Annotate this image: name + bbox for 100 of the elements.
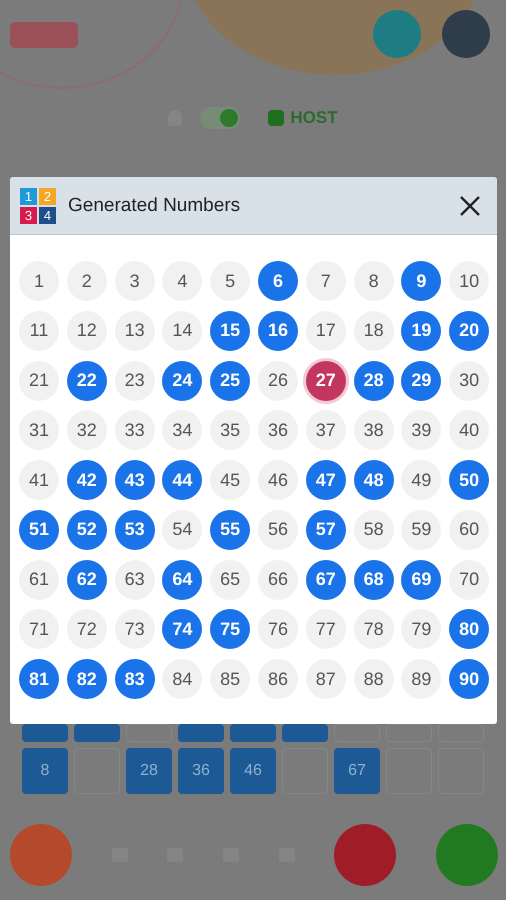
number-ball: 27 xyxy=(306,360,346,400)
number-ball: 57 xyxy=(306,510,346,550)
number-ball: 41 xyxy=(19,460,59,500)
number-ball: 74 xyxy=(162,609,202,650)
number-ball: 20 xyxy=(449,310,490,351)
dialog-title: Generated Numbers xyxy=(68,194,242,216)
number-ball: 23 xyxy=(114,360,155,400)
number-ball: 14 xyxy=(162,310,202,351)
number-ball: 70 xyxy=(449,560,490,600)
number-ball: 54 xyxy=(162,510,202,550)
role-label[interactable]: HOST xyxy=(268,107,338,129)
number-ball: 82 xyxy=(66,659,107,699)
number-ball: 76 xyxy=(258,609,298,650)
number-ball: 26 xyxy=(258,360,298,400)
number-ball: 9 xyxy=(401,261,442,301)
number-ball: 84 xyxy=(162,659,202,699)
number-ball: 40 xyxy=(449,410,490,450)
number-ball: 78 xyxy=(354,609,394,650)
number-ball: 22 xyxy=(66,360,107,400)
number-ball: 3 xyxy=(114,261,155,301)
number-ball: 48 xyxy=(354,460,394,500)
number-ball: 19 xyxy=(401,310,442,351)
number-ball: 59 xyxy=(401,510,442,550)
number-ball: 85 xyxy=(210,659,250,699)
number-ball: 67 xyxy=(306,560,346,600)
number-ball: 68 xyxy=(354,560,394,600)
ticket-tile: 36 xyxy=(178,748,224,794)
number-ball: 10 xyxy=(449,261,490,301)
number-ball: 83 xyxy=(114,659,155,699)
close-icon xyxy=(459,194,481,216)
number-ball: 28 xyxy=(354,360,394,400)
number-ball: 65 xyxy=(210,560,250,600)
number-ball: 16 xyxy=(258,310,298,351)
ticket-tile: 8 xyxy=(22,748,68,794)
number-ball: 24 xyxy=(162,360,202,400)
number-ball: 1 xyxy=(19,261,59,301)
number-ball: 42 xyxy=(66,460,107,500)
number-ball: 51 xyxy=(19,510,59,550)
number-ball: 86 xyxy=(258,659,298,699)
number-ball: 63 xyxy=(114,560,155,600)
number-ball: 38 xyxy=(354,410,394,450)
number-ball: 7 xyxy=(306,261,346,301)
number-ball: 32 xyxy=(66,410,107,450)
number-ball: 5 xyxy=(210,261,250,301)
number-ball: 11 xyxy=(19,310,59,351)
number-ball: 15 xyxy=(210,310,250,351)
number-ball: 35 xyxy=(210,410,250,450)
number-ball: 79 xyxy=(401,609,442,650)
number-ball: 61 xyxy=(19,560,59,600)
number-ball: 52 xyxy=(66,510,107,550)
number-ball: 58 xyxy=(354,510,394,550)
number-ball: 87 xyxy=(306,659,346,699)
number-ball: 37 xyxy=(306,410,346,450)
number-ball: 72 xyxy=(66,609,107,650)
number-ball: 21 xyxy=(19,360,59,400)
number-ball: 75 xyxy=(210,609,250,650)
number-ball: 49 xyxy=(401,460,442,500)
number-ball: 90 xyxy=(449,659,490,699)
number-ball: 81 xyxy=(19,659,59,699)
badge-shape xyxy=(10,22,78,48)
number-ball: 44 xyxy=(162,460,202,500)
toggle-switch[interactable] xyxy=(200,107,240,129)
number-ball: 33 xyxy=(114,410,155,450)
number-ball: 8 xyxy=(354,261,394,301)
number-ball: 47 xyxy=(306,460,346,500)
ticket-tile: 46 xyxy=(230,748,276,794)
number-ball: 39 xyxy=(401,410,442,450)
number-ball: 73 xyxy=(114,609,155,650)
number-ball: 53 xyxy=(114,510,155,550)
number-ball: 17 xyxy=(306,310,346,351)
number-ball: 12 xyxy=(66,310,107,351)
number-ball: 31 xyxy=(19,410,59,450)
number-ball: 55 xyxy=(210,510,250,550)
number-ball: 2 xyxy=(66,261,107,301)
number-ball: 62 xyxy=(66,560,107,600)
number-ball: 77 xyxy=(306,609,346,650)
number-ball: 80 xyxy=(449,609,490,650)
number-ball: 89 xyxy=(401,659,442,699)
number-ball: 36 xyxy=(258,410,298,450)
number-ball: 69 xyxy=(401,560,442,600)
number-ball: 6 xyxy=(258,261,298,301)
ticket-tile: 28 xyxy=(126,748,172,794)
number-ball: 64 xyxy=(162,560,202,600)
number-ball: 71 xyxy=(19,609,59,650)
number-ball: 60 xyxy=(449,510,490,550)
number-ball: 46 xyxy=(258,460,298,500)
number-ball: 45 xyxy=(210,460,250,500)
number-ball: 18 xyxy=(354,310,394,351)
number-ball: 43 xyxy=(114,460,155,500)
number-ball: 13 xyxy=(114,310,155,351)
ticket-tile: 67 xyxy=(334,748,380,794)
number-ball: 34 xyxy=(162,410,202,450)
number-ball: 66 xyxy=(258,560,298,600)
number-ball: 29 xyxy=(401,360,442,400)
number-ball: 88 xyxy=(354,659,394,699)
number-ball: 25 xyxy=(210,360,250,400)
number-ball: 56 xyxy=(258,510,298,550)
number-ball: 30 xyxy=(449,360,490,400)
number-ball: 4 xyxy=(162,261,202,301)
number-ball: 50 xyxy=(449,460,490,500)
